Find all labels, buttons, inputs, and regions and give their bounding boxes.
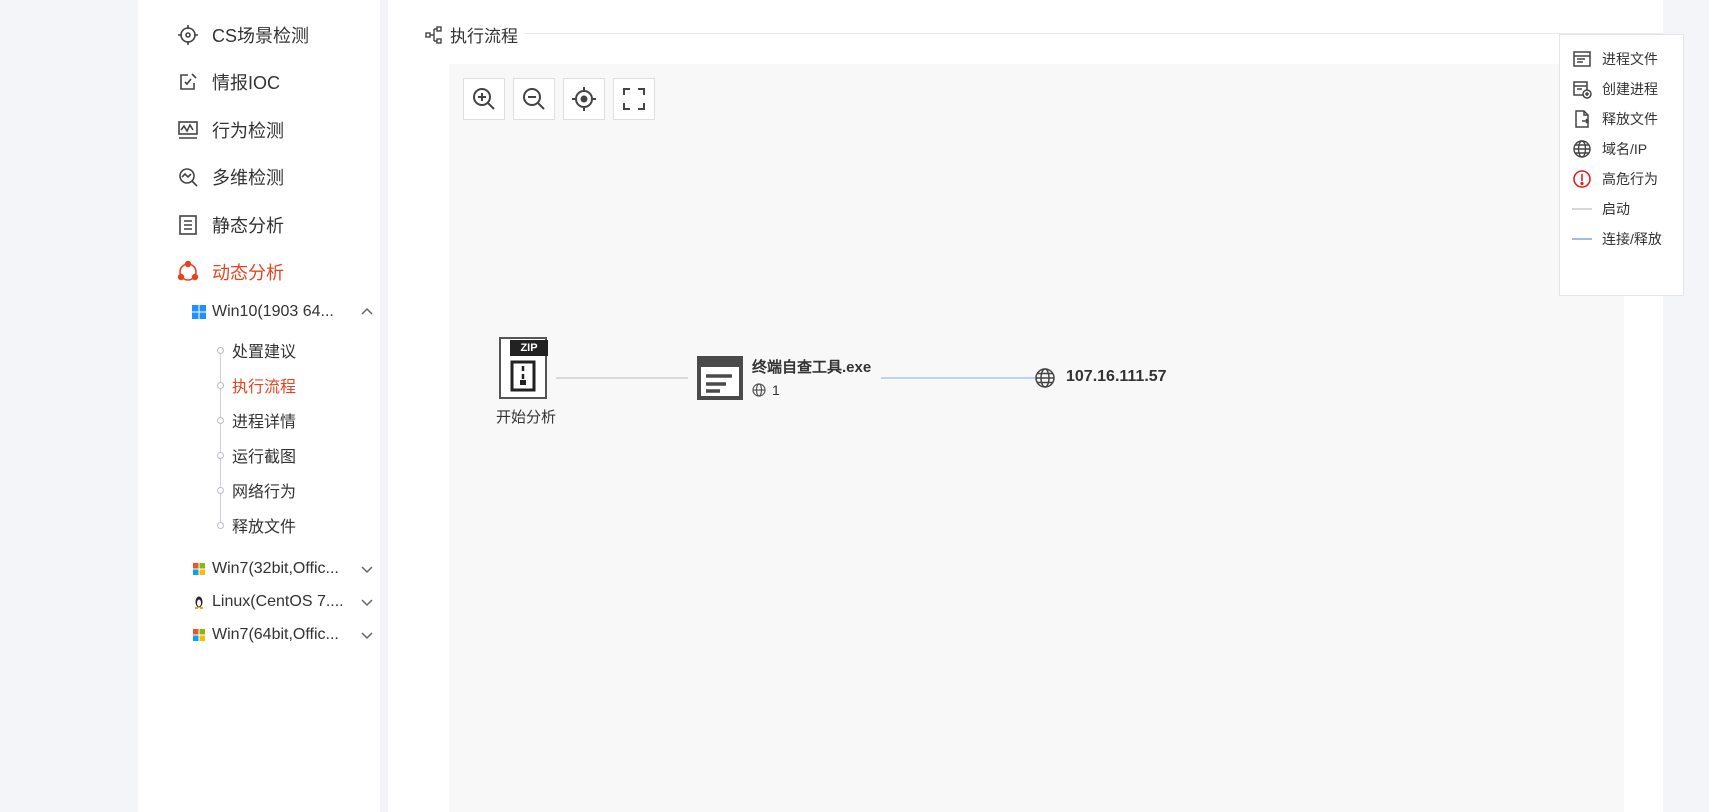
nav-label: 情报IOC [212,73,281,93]
nav-dynamic[interactable]: 动态分析 [176,257,284,287]
flow-canvas[interactable]: 进程文件 创建进程 释放文件 域名/IP 高危行为 启动 连接/释放 ZIP 开… [449,34,1684,812]
graph-edges [556,377,1038,379]
chevron-up-icon[interactable] [360,305,374,319]
nav-label: 行为检测 [212,121,284,141]
group-win10[interactable]: Win10(1903 64... [192,299,382,325]
group-label: Win7(64bit,Offic... [212,626,339,643]
flow-tree-icon [424,25,444,45]
nav-cs-scene[interactable]: CS场景检测 [176,20,309,50]
nav-label: 动态分析 [212,263,284,283]
group-label: Win10(1903 64... [212,303,334,320]
start-node[interactable]: ZIP [498,336,548,400]
globe-icon [752,383,766,397]
edit-check-icon [176,70,200,94]
crosshair-icon [176,23,200,47]
group-label: Linux(CentOS 7.... [212,593,344,610]
tree-dot [217,417,224,424]
globe-icon [1035,368,1055,388]
process-net-badge: 1 [752,382,780,398]
linux-penguin-icon [192,595,206,609]
tree-dot [217,452,224,459]
windows-flag-icon [192,628,206,642]
start-node-label: 开始分析 [495,409,556,426]
sub-item-label: 释放文件 [232,519,297,536]
windows-icon [192,305,206,319]
process-net-count: 1 [772,382,780,398]
sub-item-label: 网络行为 [232,484,297,501]
zip-label: ZIP [520,342,538,354]
sub-item-label: 运行截图 [232,449,297,466]
process-name: 终端自查工具.exe [752,359,872,376]
nav-label: CS场景检测 [212,26,310,46]
windows-flag-icon [192,562,206,576]
chevron-down-icon[interactable] [360,628,374,642]
process-node[interactable] [697,356,743,400]
tree-dot [217,487,224,494]
tree-dot [217,382,224,389]
sub-item-disposal[interactable]: 处置建议 [217,339,297,361]
monitor-wave-icon [176,118,200,142]
list-doc-icon [176,213,200,237]
sub-item-label: 执行流程 [232,379,297,396]
sub-item-release-file[interactable]: 释放文件 [217,514,297,536]
sub-item-label: 处置建议 [232,344,297,361]
sidebar: CS场景检测 情报IOC 行为检测 多维检测 静态分析 动态分析 Win10(1… [138,0,380,812]
group-win7-32[interactable]: Win7(32bit,Offic... [192,556,382,582]
tree-dot [217,522,224,529]
group-win7-64[interactable]: Win7(64bit,Offic... [192,622,382,648]
chevron-down-icon[interactable] [360,562,374,576]
sub-item-screenshot[interactable]: 运行截图 [217,444,297,466]
section-header: 执行流程 [424,22,518,47]
nav-label: 静态分析 [212,216,284,236]
nav-intel-ioc[interactable]: 情报IOC [176,67,280,97]
section-divider [524,33,1663,34]
chevron-down-icon[interactable] [360,595,374,609]
section-title: 执行流程 [450,27,518,46]
main-panel: 执行流程 进程文件 创建进程 释放文件 域名/IP 高危行为 启动 连接/释放 … [388,0,1684,812]
nav-behavior[interactable]: 行为检测 [176,115,284,145]
sub-item-exec-flow[interactable]: 执行流程 [217,374,297,396]
tree-line [220,350,221,526]
ip-address: 107.16.111.57 [1066,368,1167,385]
sub-item-network[interactable]: 网络行为 [217,479,297,501]
nav-static[interactable]: 静态分析 [176,210,284,240]
group-label: Win7(32bit,Offic... [212,560,339,577]
sub-item-process-detail[interactable]: 进程详情 [217,409,297,431]
process-file-icon [697,356,743,400]
search-wave-icon [176,165,200,189]
ip-node[interactable] [1034,367,1056,389]
group-linux[interactable]: Linux(CentOS 7.... [192,589,382,615]
nav-multidim[interactable]: 多维检测 [176,162,284,192]
tree-dot [217,347,224,354]
nav-label: 多维检测 [212,168,284,188]
share-nodes-icon [176,260,200,284]
sub-item-label: 进程详情 [232,414,297,431]
